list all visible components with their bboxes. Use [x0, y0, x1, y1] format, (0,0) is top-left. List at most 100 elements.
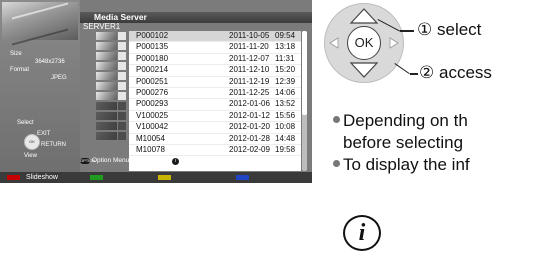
- select-text: select: [436, 20, 482, 39]
- color-key-bar: Slideshow: [0, 172, 312, 183]
- file-name: P000293: [136, 99, 169, 109]
- arrow-right-icon: [389, 37, 399, 49]
- bullet-dot-icon: [333, 160, 340, 167]
- green-key-icon[interactable]: [90, 175, 103, 180]
- remote-dpad-icon: OK: [324, 3, 404, 83]
- file-date: 2011-11-20: [229, 42, 269, 52]
- exit-hint: EXIT: [37, 131, 51, 137]
- bullet-dot-icon: [333, 116, 340, 123]
- file-name: P000276: [136, 87, 169, 97]
- ok-button-icon: OK: [347, 26, 381, 60]
- file-time: 14:48: [275, 133, 296, 143]
- file-name: M10078: [136, 144, 165, 154]
- file-name: P000251: [136, 76, 169, 86]
- thumbnail: [96, 81, 129, 91]
- file-row[interactable]: P000251 2011-12-19 12:39: [129, 77, 301, 88]
- access-annotation: ② access: [419, 63, 492, 83]
- info-label: Info: [182, 157, 193, 164]
- file-name: V100025: [136, 110, 169, 120]
- file-name: M10054: [136, 133, 165, 143]
- hint-bar: OPTION Option Menu i Info 28: [80, 157, 312, 166]
- thumbnail-column: [96, 31, 129, 141]
- blue-key-icon[interactable]: [236, 175, 249, 180]
- note-2-line-1: To display the inf: [343, 155, 470, 174]
- view-hint: View: [24, 153, 37, 159]
- file-row[interactable]: P000293 2012-01-06 13:52: [129, 99, 301, 111]
- thumbnail: [96, 91, 129, 101]
- select-leader-line: [400, 30, 414, 32]
- slideshow-label: Slideshow: [26, 174, 58, 181]
- file-time: 15:20: [275, 65, 296, 75]
- info-button-icon: i: [172, 158, 179, 165]
- file-date: 2012-01-12: [229, 110, 270, 120]
- note-bullet-1-cont: before selecting: [343, 133, 463, 153]
- file-row[interactable]: P000276 2011-12-25 14:06: [129, 87, 301, 100]
- size-label: Size: [10, 51, 22, 57]
- thumbnail: [96, 101, 129, 111]
- thumbnail: [96, 121, 129, 131]
- note-bullet-1: Depending on th: [333, 111, 468, 131]
- arrow-down-icon: [349, 62, 379, 78]
- file-row[interactable]: V100025 2012-01-12 15:56: [129, 110, 301, 123]
- file-time: 12:39: [275, 76, 296, 86]
- file-name: V100042: [136, 122, 169, 132]
- option-menu-label: Option Menu: [92, 157, 130, 164]
- return-hint: RETURN: [41, 142, 66, 148]
- thumbnail: [96, 61, 129, 71]
- access-leader-line: [410, 73, 418, 75]
- yellow-key-icon[interactable]: [158, 175, 171, 180]
- file-time: 11:31: [275, 53, 295, 63]
- file-date: 2011-12-25: [229, 87, 270, 97]
- select-annotation: ① select: [417, 20, 481, 40]
- file-date: 2011-12-10: [229, 65, 270, 75]
- file-row[interactable]: M10054 2012-01-28 14:48: [129, 134, 301, 145]
- file-row[interactable]: P000102 2011-10-05 09:54: [129, 31, 301, 43]
- info-icon: i: [343, 215, 381, 251]
- tv-screen: Size 3648x2736 Format JPEG Select EXIT O…: [0, 0, 312, 183]
- file-row[interactable]: P000214 2011-12-10 15:20: [129, 65, 301, 77]
- red-key-icon[interactable]: [7, 175, 20, 180]
- note-bullet-2: To display the inf: [333, 155, 470, 175]
- scrollbar[interactable]: [302, 31, 307, 171]
- select-hint: Select: [17, 120, 34, 126]
- arrow-left-icon: [329, 37, 339, 49]
- file-time: 09:54: [275, 31, 296, 40]
- thumbnail: [96, 131, 129, 141]
- option-button-icon: OPTION: [80, 158, 96, 164]
- file-time: 10:08: [275, 122, 296, 132]
- file-date: 2011-12-07: [229, 53, 270, 63]
- arrow-up-icon: [349, 8, 379, 24]
- file-row[interactable]: V100042 2012-01-20 10:08: [129, 122, 301, 134]
- file-row[interactable]: M10078 2012-02-09 19:58: [129, 144, 301, 157]
- file-time: 14:06: [275, 87, 296, 97]
- thumbnail: [96, 31, 129, 41]
- step-one-marker: ①: [417, 20, 433, 39]
- photo-preview: [2, 2, 78, 46]
- file-name: P000214: [136, 65, 169, 75]
- detail-panel: Size 3648x2736 Format JPEG Select EXIT O…: [0, 0, 80, 172]
- note-1-line-1: Depending on th: [343, 111, 468, 130]
- thumbnail: [96, 51, 129, 61]
- format-label: Format: [10, 67, 30, 73]
- file-row[interactable]: P000135 2011-11-20 13:18: [129, 42, 301, 54]
- access-text: access: [438, 63, 492, 82]
- file-date: 2012-01-06: [229, 99, 270, 109]
- file-row[interactable]: P000180 2011-12-07 11:31: [129, 53, 301, 66]
- file-date: 2012-02-09: [229, 144, 270, 154]
- file-time: 15:56: [275, 110, 296, 120]
- file-name: P000180: [136, 53, 169, 63]
- ok-pad-icon: OK: [24, 134, 40, 150]
- thumbnail: [96, 111, 129, 121]
- note-1-line-2: before selecting: [343, 133, 464, 152]
- file-date: 2011-10-05: [229, 31, 270, 40]
- scrollbar-thumb[interactable]: [302, 31, 307, 115]
- item-count: 28: [285, 157, 293, 164]
- file-date: 2011-12-19: [229, 76, 270, 86]
- file-time: 13:18: [275, 42, 296, 52]
- size-value: 3648x2736: [35, 59, 65, 65]
- format-value: JPEG: [51, 75, 67, 81]
- file-name: P000135: [136, 42, 169, 52]
- thumbnail: [96, 41, 129, 51]
- file-date: 2012-01-28: [229, 133, 270, 143]
- step-two-marker: ②: [419, 63, 435, 82]
